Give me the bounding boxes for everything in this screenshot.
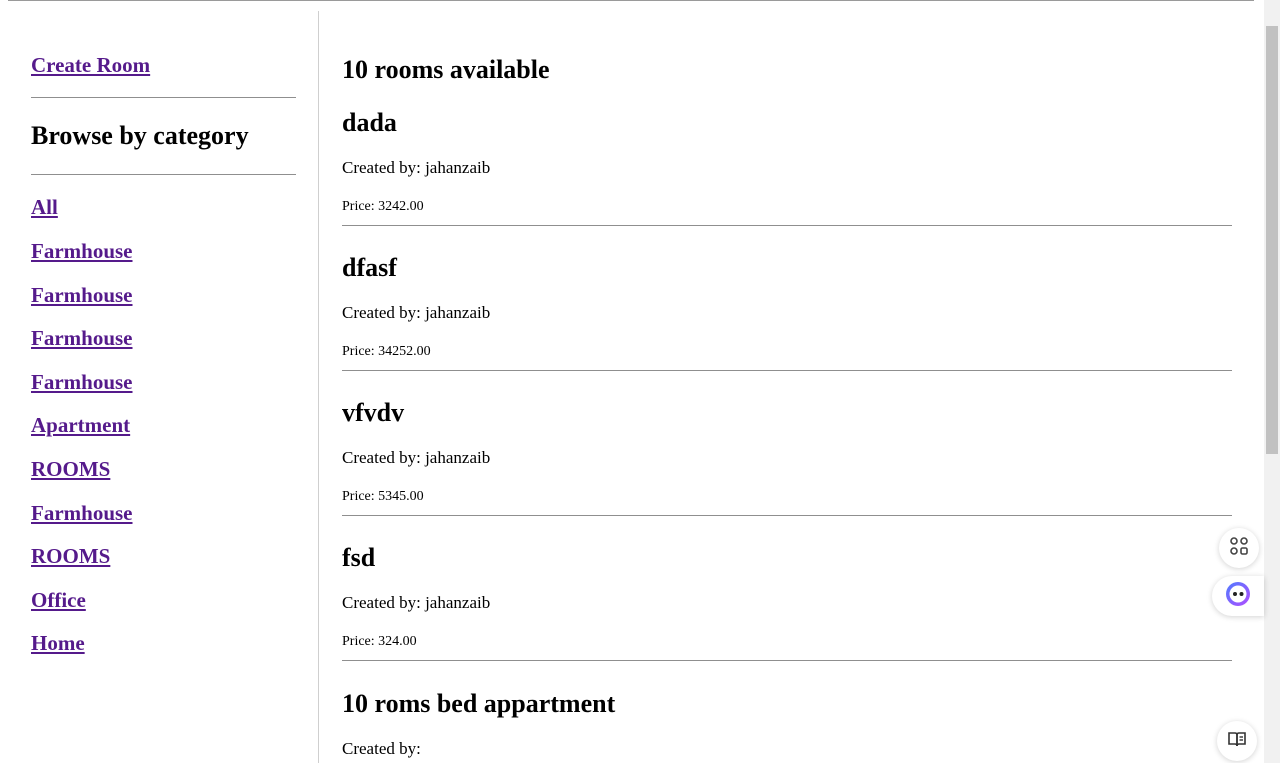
room-creator: Created by: jahanzaib: [342, 448, 491, 467]
category-link-rooms[interactable]: ROOMS: [31, 457, 110, 482]
category-link-rooms[interactable]: ROOMS: [31, 544, 110, 569]
room-name: vfvdv: [342, 398, 405, 427]
room-list: 10 rooms available dada Created by: jaha…: [342, 0, 1232, 763]
rooms-count-heading: 10 rooms available: [342, 55, 550, 84]
browse-heading: Browse by category: [31, 121, 249, 150]
room-name: dada: [342, 108, 397, 137]
sidebar: Create Room Browse by category All Farmh…: [0, 11, 319, 763]
room-divider: [342, 370, 1232, 371]
room-name: fsd: [342, 543, 376, 572]
category-link-farmhouse[interactable]: Farmhouse: [31, 239, 133, 264]
room-price: Price: 324.00: [342, 634, 417, 649]
book-reader-icon: [1227, 730, 1247, 753]
room-price: Price: 34252.00: [342, 344, 431, 359]
room-creator: Created by:: [342, 739, 421, 758]
scrollbar-thumb[interactable]: [1266, 26, 1278, 454]
room-creator: Created by: jahanzaib: [342, 158, 491, 177]
category-link-all[interactable]: All: [31, 195, 58, 220]
room-creator: Created by: jahanzaib: [342, 593, 491, 612]
room-divider: [342, 225, 1232, 226]
assistant-face-icon: [1224, 580, 1252, 613]
category-link-office[interactable]: Office: [31, 588, 86, 613]
apps-button[interactable]: [1219, 528, 1259, 568]
create-room-link[interactable]: Create Room: [31, 53, 150, 78]
room-name: dfasf: [342, 253, 397, 282]
category-link-farmhouse[interactable]: Farmhouse: [31, 370, 133, 395]
category-link-farmhouse[interactable]: Farmhouse: [31, 501, 133, 526]
vertical-scrollbar[interactable]: [1264, 0, 1280, 763]
grid-apps-icon: [1229, 536, 1249, 561]
sidebar-divider: [31, 174, 296, 175]
room-price: Price: 5345.00: [342, 489, 424, 504]
room-divider: [342, 515, 1232, 516]
room-creator: Created by: jahanzaib: [342, 303, 491, 322]
room-divider: [342, 660, 1232, 661]
category-link-farmhouse[interactable]: Farmhouse: [31, 326, 133, 351]
room-price: Price: 3242.00: [342, 199, 424, 214]
sidebar-divider: [31, 97, 296, 98]
reader-button[interactable]: [1217, 721, 1257, 761]
category-link-apartment[interactable]: Apartment: [31, 413, 130, 438]
category-link-farmhouse[interactable]: Farmhouse: [31, 283, 133, 308]
assistant-button[interactable]: [1212, 576, 1264, 616]
category-link-home[interactable]: Home: [31, 631, 85, 656]
room-name: 10 roms bed appartment: [342, 689, 616, 718]
